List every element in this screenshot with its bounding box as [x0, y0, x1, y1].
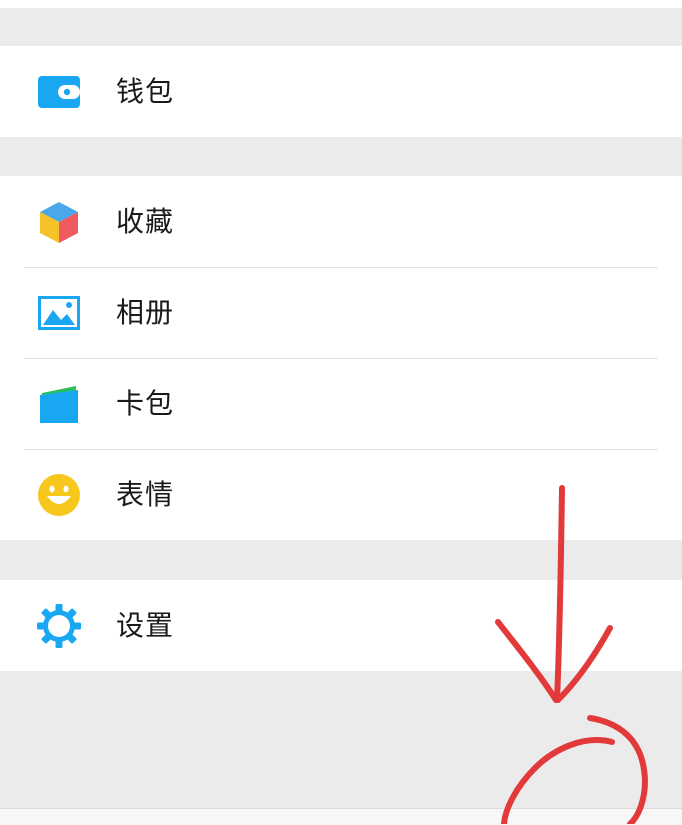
cards-label: 卡包: [116, 386, 175, 420]
bottom-tab-bar: [0, 808, 682, 825]
favorites-label: 收藏: [116, 204, 175, 238]
stickers-label: 表情: [116, 477, 175, 511]
menu-item-cards[interactable]: 卡包: [0, 358, 682, 449]
cube-icon: [36, 199, 82, 245]
menu-item-stickers[interactable]: 表情: [0, 449, 682, 540]
album-label: 相册: [116, 295, 175, 329]
menu-group-settings: 设置: [0, 580, 682, 671]
picture-icon: [36, 290, 82, 336]
menu-item-wallet[interactable]: 钱包: [0, 46, 682, 137]
settings-label: 设置: [116, 608, 175, 642]
menu-item-favorites[interactable]: 收藏: [0, 176, 682, 267]
menu-item-album[interactable]: 相册: [0, 267, 682, 358]
menu-group-main: 收藏 相册 卡包 表情: [0, 176, 682, 540]
top-strip: [0, 0, 682, 8]
me-screen: 钱包 收藏 相册 卡包 表情 设置: [0, 0, 682, 825]
smiley-icon: [36, 472, 82, 518]
gear-icon: [36, 603, 82, 649]
menu-item-settings[interactable]: 设置: [0, 580, 682, 671]
wallet-icon: [36, 69, 82, 115]
menu-group-wallet: 钱包: [0, 46, 682, 137]
card-wallet-icon: [36, 381, 82, 427]
wallet-label: 钱包: [116, 74, 175, 108]
